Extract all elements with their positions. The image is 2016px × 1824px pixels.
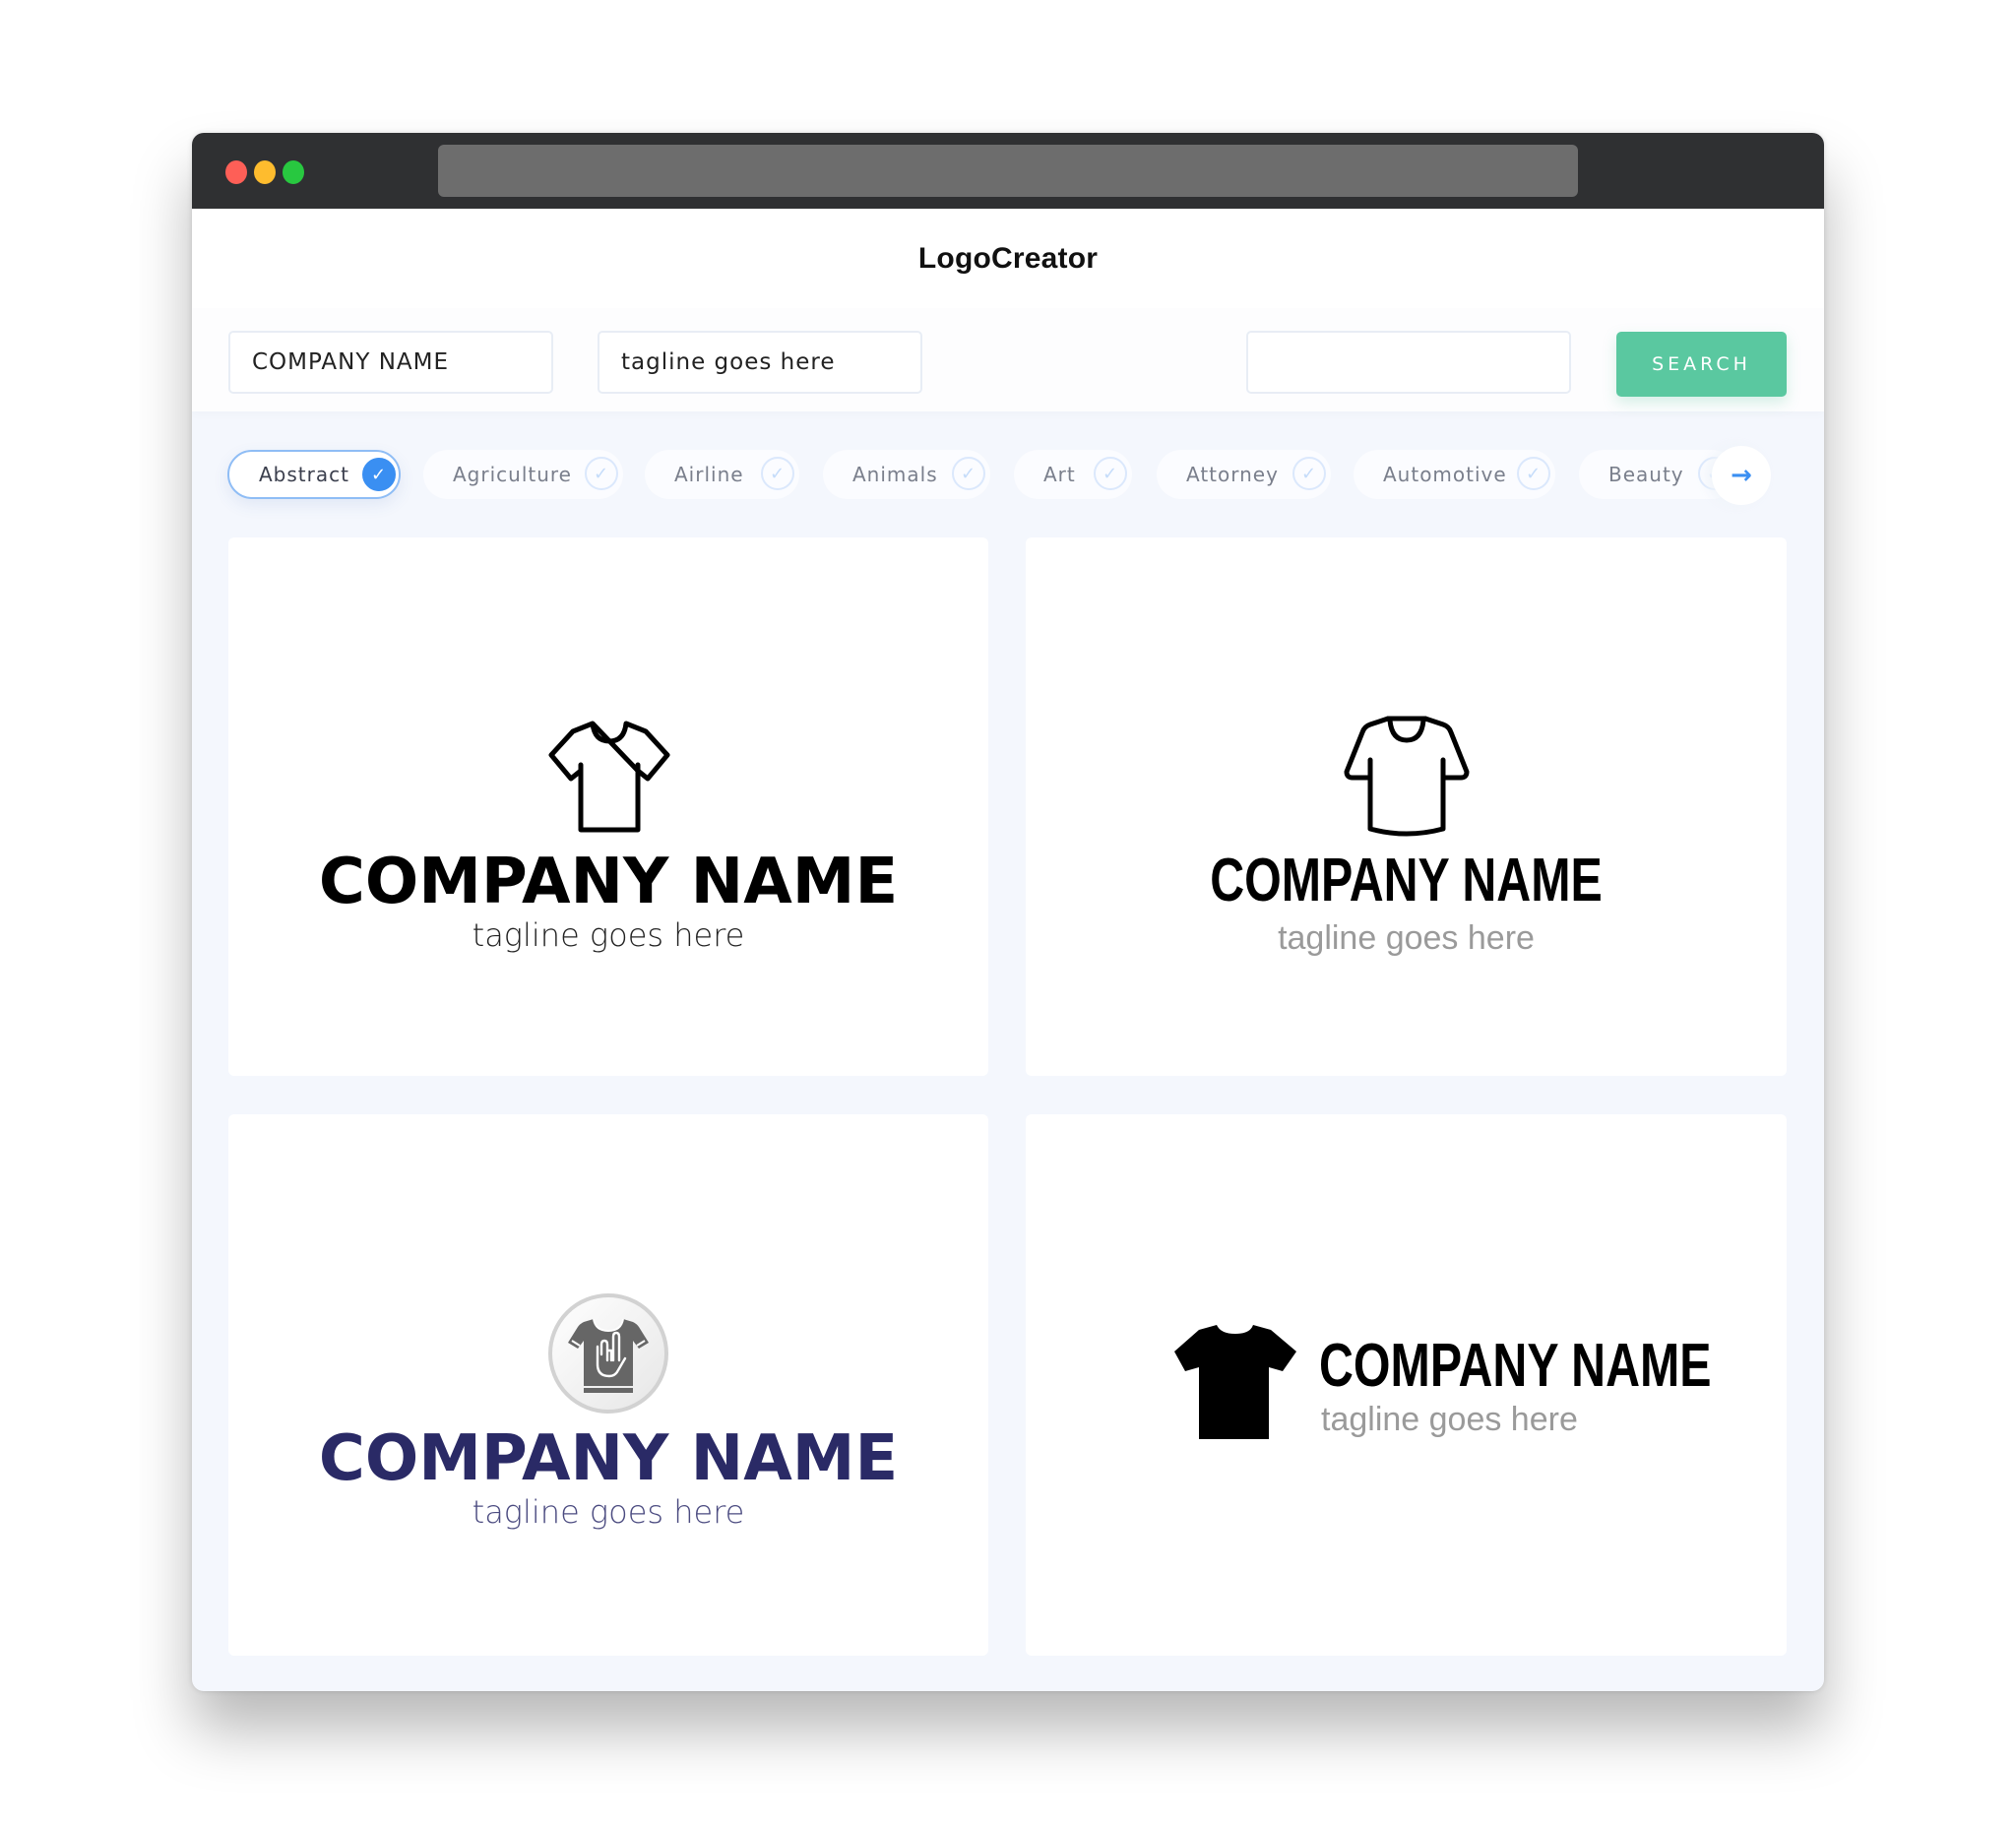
check-icon: ✓ [1292, 457, 1326, 490]
keyword-search-input[interactable] [1246, 331, 1571, 394]
check-icon: ✓ [1517, 457, 1550, 490]
tagline-input[interactable] [598, 331, 922, 394]
search-button[interactable]: SEARCH [1616, 332, 1787, 397]
browser-titlebar [192, 133, 1824, 209]
check-icon: ✓ [362, 458, 396, 491]
category-chip-automotive[interactable]: Automotive ✓ [1354, 450, 1555, 499]
app-logo-title[interactable]: LogoCreator [918, 242, 1098, 276]
company-name-input[interactable] [228, 331, 553, 394]
browser-window: LogoCreator SEARCH Abstract ✓ Agricultur… [192, 133, 1824, 1691]
category-label: Agriculture [453, 463, 572, 486]
rock-hand-tshirt-badge-icon [548, 1293, 668, 1414]
category-chip-airline[interactable]: Airline ✓ [645, 450, 799, 499]
logo-tagline: tagline goes here [472, 1493, 745, 1531]
category-chip-animals[interactable]: Animals ✓ [823, 450, 990, 499]
arrow-right-icon: → [1731, 461, 1752, 490]
close-window-button[interactable] [225, 160, 247, 184]
category-chip-attorney[interactable]: Attorney ✓ [1157, 450, 1331, 499]
category-label: Beauty [1608, 463, 1684, 486]
logo-company-name: COMPANY NAME [1210, 847, 1603, 914]
next-categories-button[interactable]: → [1712, 446, 1771, 505]
logo-card[interactable]: COMPANY NAME tagline goes here [228, 537, 988, 1076]
logo-company-name: COMPANY NAME [318, 846, 899, 918]
tshirt-outline-icon [548, 721, 670, 833]
check-icon: ✓ [585, 457, 618, 490]
app-header: LogoCreator [192, 209, 1824, 308]
logo-tagline: tagline goes here [1321, 1401, 1578, 1438]
logo-company-name: COMPANY NAME [1319, 1332, 1712, 1400]
check-icon: ✓ [952, 457, 985, 490]
category-label: Airline [674, 463, 744, 486]
category-label: Automotive [1383, 463, 1507, 486]
address-bar[interactable] [438, 145, 1578, 197]
category-filter-bar: Abstract ✓ Agriculture ✓ Airline ✓ Anima… [192, 411, 1824, 530]
category-label: Abstract [259, 463, 349, 486]
logo-card[interactable]: COMPANY NAME tagline goes here [1026, 537, 1787, 1076]
logo-card[interactable]: COMPANY NAME tagline goes here [1026, 1114, 1787, 1656]
tshirt-solid-icon [1174, 1325, 1296, 1439]
category-chip-art[interactable]: Art ✓ [1014, 450, 1132, 499]
category-label: Art [1043, 463, 1076, 486]
category-label: Animals [852, 463, 938, 486]
check-icon: ✓ [761, 457, 794, 490]
check-icon: ✓ [1094, 457, 1127, 490]
logo-card[interactable]: COMPANY NAME tagline goes here [228, 1114, 988, 1656]
tshirt-ringneck-outline-icon [1344, 716, 1470, 837]
search-bar: SEARCH [192, 308, 1824, 411]
logo-tagline: tagline goes here [1278, 919, 1535, 957]
logo-company-name: COMPANY NAME [318, 1422, 899, 1495]
maximize-window-button[interactable] [283, 160, 304, 184]
category-chip-abstract[interactable]: Abstract ✓ [227, 450, 401, 499]
logo-tagline: tagline goes here [472, 916, 745, 954]
category-chip-agriculture[interactable]: Agriculture ✓ [423, 450, 623, 499]
minimize-window-button[interactable] [254, 160, 276, 184]
category-label: Attorney [1186, 463, 1279, 486]
